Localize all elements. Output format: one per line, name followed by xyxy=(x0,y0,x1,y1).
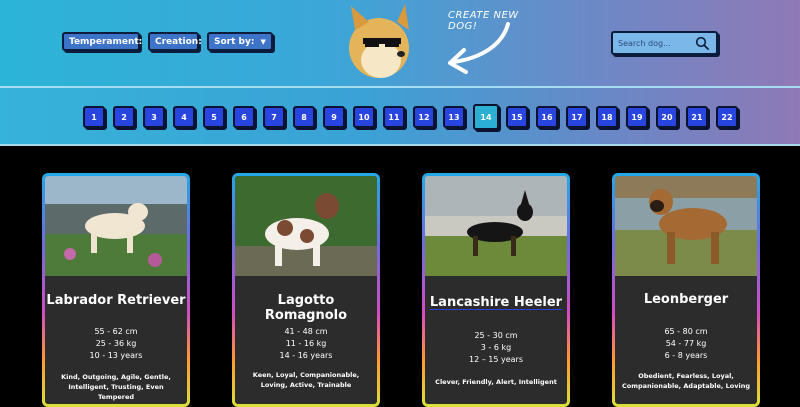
dog-name: Labrador Retriever xyxy=(46,293,186,308)
dog-name: Lancashire Heeler xyxy=(429,295,563,310)
doge-logo[interactable] xyxy=(341,4,419,80)
page-button-21[interactable]: 21 xyxy=(686,106,708,128)
header: Temperament: ▼ Creation: ▼ Sort by: ▼ CR… xyxy=(0,0,800,86)
page-button-19[interactable]: 19 xyxy=(626,106,648,128)
dog-card[interactable]: Lancashire Heeler 25 - 30 cm 3 - 6 kg 12… xyxy=(422,173,570,407)
search-input[interactable]: Search dog... xyxy=(618,39,671,48)
page-button-8[interactable]: 8 xyxy=(293,106,315,128)
page-button-17[interactable]: 17 xyxy=(566,106,588,128)
dog-height: 55 - 62 cm xyxy=(94,327,138,336)
dog-stats: 55 - 62 cm 25 - 36 kg 10 - 13 years xyxy=(45,326,187,362)
dog-stats: 41 - 48 cm 11 - 16 kg 14 - 16 years xyxy=(235,326,377,362)
page-button-4[interactable]: 4 xyxy=(173,106,195,128)
dog-photo xyxy=(425,176,567,276)
dog-life-span: 14 - 16 years xyxy=(279,351,333,360)
page-button-3[interactable]: 3 xyxy=(143,106,165,128)
page-button-9[interactable]: 9 xyxy=(323,106,345,128)
dog-height: 25 - 30 cm xyxy=(474,331,518,340)
dog-weight: 25 - 36 kg xyxy=(95,339,137,348)
sortby-select[interactable]: Sort by: ▼ xyxy=(207,32,273,51)
dog-photo xyxy=(235,176,377,276)
page-button-6[interactable]: 6 xyxy=(233,106,255,128)
creation-select-label: Creation: xyxy=(155,36,202,47)
filters: Temperament: ▼ Creation: ▼ Sort by: ▼ xyxy=(62,32,273,51)
dog-weight: 54 - 77 kg xyxy=(665,339,707,348)
dog-stats: 65 - 80 cm 54 - 77 kg 6 - 8 years xyxy=(615,326,757,362)
dog-stats: 25 - 30 cm 3 - 6 kg 12 – 15 years xyxy=(425,330,567,366)
page-button-10[interactable]: 10 xyxy=(353,106,375,128)
page-button-11[interactable]: 11 xyxy=(383,106,405,128)
page-button-16[interactable]: 16 xyxy=(536,106,558,128)
dog-card[interactable]: Leonberger 65 - 80 cm 54 - 77 kg 6 - 8 y… xyxy=(612,173,760,407)
dog-card[interactable]: Labrador Retriever 55 - 62 cm 25 - 36 kg… xyxy=(42,173,190,407)
page-button-22[interactable]: 22 xyxy=(716,106,738,128)
create-new-dog-link[interactable]: CREATE NEW DOG! xyxy=(420,6,550,76)
dog-photo xyxy=(615,176,757,276)
dog-life-span: 12 – 15 years xyxy=(468,355,523,364)
dog-height: 65 - 80 cm xyxy=(664,327,708,336)
dog-name: Lagotto Romagnolo xyxy=(264,293,348,323)
dog-name: Leonberger xyxy=(643,292,729,307)
dog-life-span: 6 - 8 years xyxy=(664,351,708,360)
page-button-15[interactable]: 15 xyxy=(506,106,528,128)
page-button-18[interactable]: 18 xyxy=(596,106,618,128)
dog-temperament: Clever, Friendly, Alert, Intelligent xyxy=(435,378,557,386)
dog-temperament: Kind, Outgoing, Agile, Gentle, Intellige… xyxy=(61,373,171,401)
page-button-7[interactable]: 7 xyxy=(263,106,285,128)
arrow-left-icon xyxy=(448,22,510,74)
sortby-select-label: Sort by: xyxy=(214,36,255,47)
dog-weight: 11 - 16 kg xyxy=(285,339,327,348)
page-button-20[interactable]: 20 xyxy=(656,106,678,128)
chevron-down-icon: ▼ xyxy=(260,37,266,46)
dog-life-span: 10 - 13 years xyxy=(89,351,143,360)
dog-height: 41 - 48 cm xyxy=(284,327,328,336)
dog-temperament: Keen, Loyal, Companionable, Loving, Acti… xyxy=(252,371,360,389)
dog-weight: 3 - 6 kg xyxy=(480,343,512,352)
temperament-select[interactable]: Temperament: ▼ xyxy=(62,32,154,51)
search-icon[interactable] xyxy=(695,36,709,50)
page-button-5[interactable]: 5 xyxy=(203,106,225,128)
temperament-select-label: Temperament: xyxy=(69,36,143,47)
page-button-1[interactable]: 1 xyxy=(83,106,105,128)
dog-photo xyxy=(45,176,187,276)
page-button-2[interactable]: 2 xyxy=(113,106,135,128)
dog-card[interactable]: Lagotto Romagnolo 41 - 48 cm 11 - 16 kg … xyxy=(232,173,380,407)
search-box[interactable]: Search dog... xyxy=(611,31,718,55)
creation-select[interactable]: Creation: ▼ xyxy=(148,32,213,51)
page-button-13[interactable]: 13 xyxy=(443,106,465,128)
page-button-14[interactable]: 14 xyxy=(473,104,499,130)
dog-temperament: Obedient, Fearless, Loyal, Companionable… xyxy=(622,372,750,390)
pagination: 1 2 3 4 5 6 7 8 9 10 11 12 13 14 15 16 17 18 19 20 21 22 xyxy=(0,86,800,146)
page-button-12[interactable]: 12 xyxy=(413,106,435,128)
